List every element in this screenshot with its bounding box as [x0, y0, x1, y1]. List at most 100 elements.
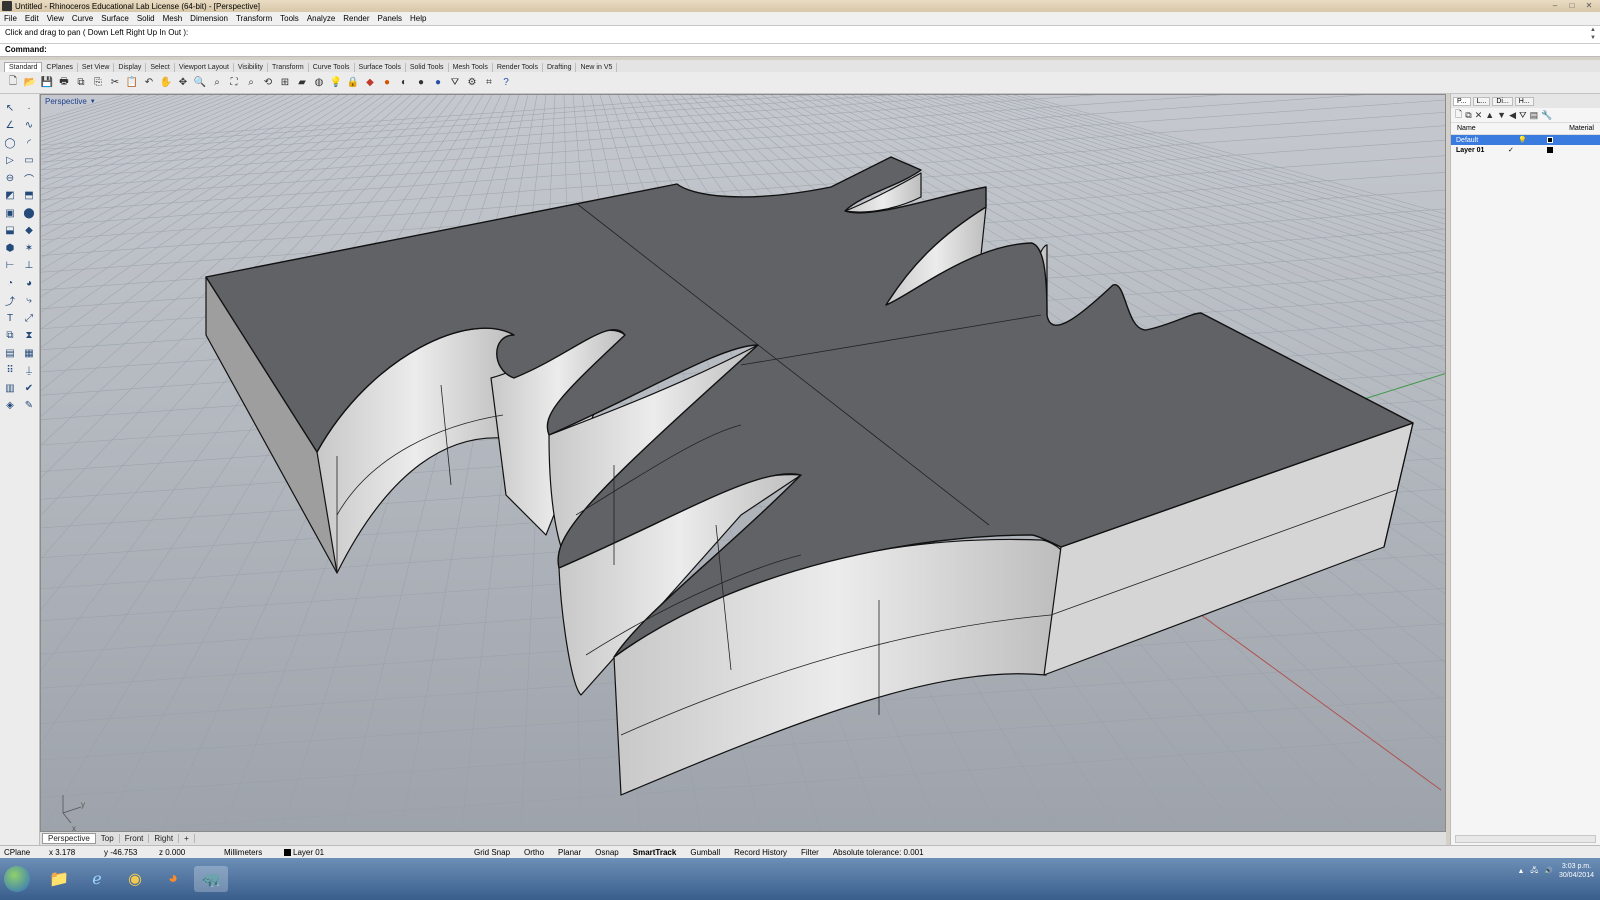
- tab-visibility[interactable]: Visibility: [234, 63, 269, 72]
- boolean-icon[interactable]: ◆: [21, 223, 37, 239]
- new-layer-icon[interactable]: 🗋: [1455, 107, 1462, 123]
- light-icon[interactable]: 💡: [329, 76, 343, 90]
- undo-icon[interactable]: ↶: [142, 76, 156, 90]
- panel-tab-display[interactable]: Di...: [1492, 96, 1513, 106]
- record-history-toggle[interactable]: Record History: [730, 848, 791, 857]
- viewport-title[interactable]: Perspective ▼: [45, 97, 96, 106]
- internet-explorer-icon[interactable]: ℯ: [80, 866, 114, 892]
- sphere-icon[interactable]: ●: [380, 76, 394, 90]
- viewport-tab-perspective[interactable]: Perspective: [42, 833, 96, 844]
- lock-icon[interactable]: 🔒: [346, 76, 360, 90]
- menu-file[interactable]: File: [4, 14, 17, 23]
- layer-row-layer-01[interactable]: Layer 01 ✓: [1451, 145, 1600, 155]
- minimize-button[interactable]: –: [1548, 1, 1562, 11]
- zoom-window-icon[interactable]: ⌕: [210, 76, 224, 90]
- tab-cplanes[interactable]: CPlanes: [42, 63, 78, 72]
- array-icon[interactable]: ⠿: [2, 363, 18, 379]
- tab-surface-tools[interactable]: Surface Tools: [355, 63, 406, 72]
- render-tool-icon[interactable]: ✶: [21, 240, 37, 256]
- print-icon[interactable]: 🖶: [57, 76, 71, 90]
- tab-new-in-v5[interactable]: New in V5: [576, 63, 618, 72]
- zoom-icon[interactable]: 🔍: [193, 76, 207, 90]
- smarttrack-toggle[interactable]: SmartTrack: [629, 848, 681, 857]
- zoom-selected-icon[interactable]: ⌕: [244, 76, 258, 90]
- solid-edit-icon[interactable]: ▤: [2, 345, 18, 361]
- panel-tab-help[interactable]: H...: [1514, 96, 1534, 106]
- ellipse-icon[interactable]: ⊖: [2, 170, 18, 186]
- menu-mesh[interactable]: Mesh: [163, 14, 183, 23]
- copy-icon[interactable]: ⎘: [91, 76, 105, 90]
- chrome-icon[interactable]: ◉: [118, 866, 152, 892]
- layer-states-icon[interactable]: ▤: [1530, 110, 1539, 121]
- options-icon[interactable]: ⚙: [465, 76, 479, 90]
- viewport-tab-top[interactable]: Top: [96, 834, 120, 843]
- filter-layer-icon[interactable]: ⛛: [1519, 110, 1527, 121]
- trim-icon[interactable]: ◔: [2, 275, 18, 291]
- network-icon[interactable]: 🖧: [1530, 866, 1538, 877]
- tab-select[interactable]: Select: [146, 63, 175, 72]
- panel-tab-properties[interactable]: P...: [1453, 96, 1471, 106]
- menu-analyze[interactable]: Analyze: [307, 14, 335, 23]
- tab-set-view[interactable]: Set View: [78, 63, 115, 72]
- units-label[interactable]: Millimeters: [220, 848, 280, 857]
- shade-icon[interactable]: ◍: [312, 76, 326, 90]
- help-icon[interactable]: ?: [499, 76, 513, 90]
- gumball-toggle[interactable]: Gumball: [686, 848, 724, 857]
- start-button[interactable]: [4, 866, 30, 892]
- scale-icon[interactable]: ⤢: [21, 310, 37, 326]
- maximize-button[interactable]: □: [1565, 1, 1579, 11]
- text-icon[interactable]: T: [2, 310, 18, 326]
- move-out-icon[interactable]: ◀: [1509, 110, 1516, 121]
- menu-panels[interactable]: Panels: [378, 14, 402, 23]
- layer-row-default[interactable]: Default 💡: [1451, 135, 1600, 145]
- column-material[interactable]: Material: [1569, 125, 1594, 132]
- cplane-label[interactable]: CPlane: [0, 848, 45, 857]
- new-sublayer-icon[interactable]: ⧉: [1465, 110, 1471, 121]
- rectangle-icon[interactable]: ▭: [21, 153, 37, 169]
- fillet-curve-icon[interactable]: ⌒: [21, 170, 37, 186]
- menu-help[interactable]: Help: [410, 14, 426, 23]
- rotate-view-icon[interactable]: ⟲: [261, 76, 275, 90]
- close-button[interactable]: ✕: [1582, 1, 1596, 11]
- explorer-icon[interactable]: 📁: [42, 866, 76, 892]
- column-name[interactable]: Name: [1457, 125, 1476, 132]
- open-icon[interactable]: 📂: [23, 76, 37, 90]
- menu-surface[interactable]: Surface: [101, 14, 129, 23]
- history-scroll-up-icon[interactable]: ▲: [1590, 27, 1598, 33]
- viewport-menu-chevron-icon[interactable]: ▼: [90, 99, 96, 105]
- planar-toggle[interactable]: Planar: [554, 848, 585, 857]
- filter-icon[interactable]: ⛛: [448, 76, 462, 90]
- clock[interactable]: 3:03 p.m. 30/04/2014: [1559, 862, 1594, 880]
- arc-icon[interactable]: ◜: [21, 135, 37, 151]
- polyline-icon[interactable]: ∠: [2, 118, 18, 134]
- menu-render[interactable]: Render: [343, 14, 369, 23]
- move-icon[interactable]: ✥: [176, 76, 190, 90]
- tab-transform[interactable]: Transform: [268, 63, 309, 72]
- point-icon[interactable]: ·: [21, 100, 37, 116]
- history-scroll-down-icon[interactable]: ▼: [1590, 35, 1598, 41]
- cut-icon[interactable]: ✂: [108, 76, 122, 90]
- check-icon[interactable]: ✔: [21, 380, 37, 396]
- explode-icon[interactable]: ⤷: [21, 293, 37, 309]
- leader-icon[interactable]: ⊥: [21, 258, 37, 274]
- paste-icon[interactable]: 📋: [125, 76, 139, 90]
- env-icon[interactable]: ●: [431, 76, 445, 90]
- tab-drafting[interactable]: Drafting: [543, 63, 577, 72]
- command-line[interactable]: Command:: [0, 44, 1600, 57]
- menu-tools[interactable]: Tools: [280, 14, 299, 23]
- mirror-icon[interactable]: ⧗: [21, 328, 37, 344]
- filter-toggle[interactable]: Filter: [797, 848, 823, 857]
- tab-mesh-tools[interactable]: Mesh Tools: [449, 63, 493, 72]
- layer-color-swatch[interactable]: [1546, 137, 1553, 143]
- snap-icon[interactable]: ⌗: [482, 76, 496, 90]
- tab-display[interactable]: Display: [114, 63, 147, 72]
- perspective-viewport[interactable]: y x Perspective ▼: [40, 94, 1446, 832]
- bulb-icon[interactable]: 💡: [1518, 136, 1527, 144]
- firefox-icon[interactable]: ◕: [156, 866, 190, 892]
- wizard-icon[interactable]: ✎: [21, 398, 37, 414]
- box-icon[interactable]: ▣: [2, 205, 18, 221]
- delete-layer-icon[interactable]: ✕: [1475, 110, 1483, 121]
- viewport-canvas[interactable]: y x: [41, 95, 1446, 832]
- material-tool-icon[interactable]: ◈: [2, 398, 18, 414]
- save-icon[interactable]: 💾: [40, 76, 54, 90]
